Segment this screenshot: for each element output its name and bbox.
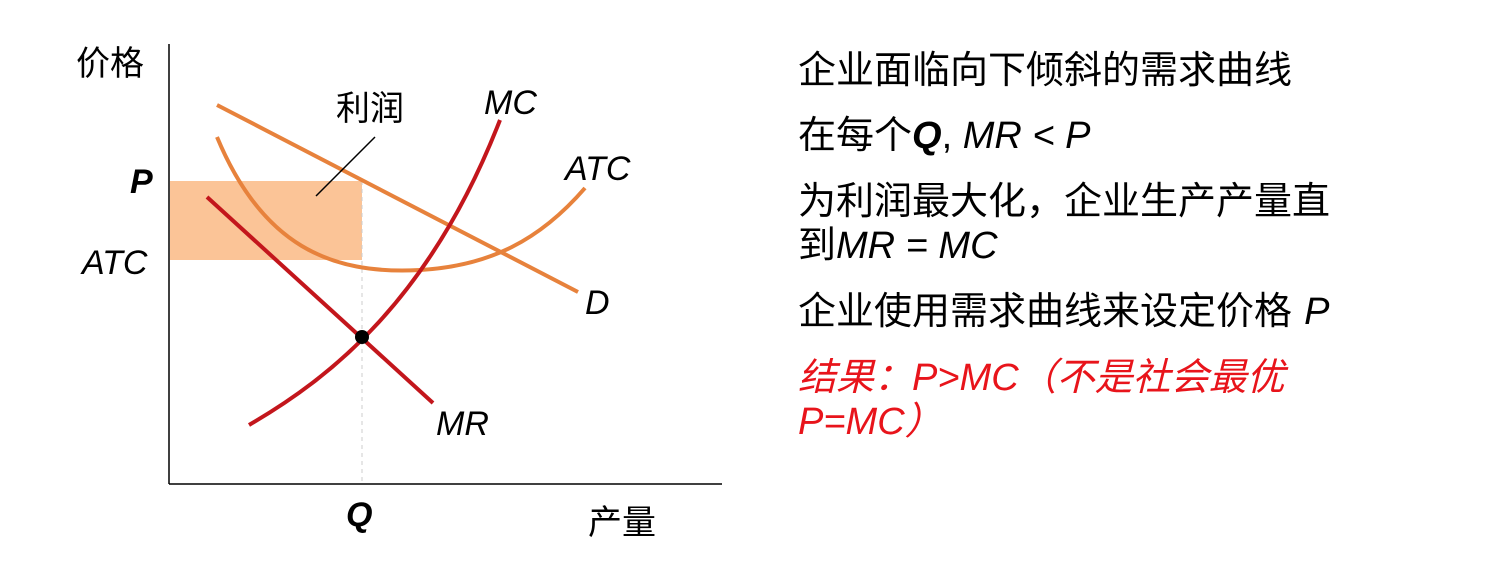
point-profit-max-prefix: 到 [798,223,837,267]
point-mr-prefix: 在每个 [798,113,913,157]
point-set-price-text: 企业使用需求曲线来设定价格 [798,289,1305,333]
profit-label: 利润 [336,90,404,128]
conclusion-prefix: 结果： [798,355,913,399]
conclusion: 结果：P>MC（不是社会最优 P=MC） [798,355,1498,444]
point-profit-max-line1: 为利润最大化，企业生产产量直 [798,179,1331,223]
point-mr-expression: MR < P [962,115,1091,157]
monopolistic-competition-diagram: 价格 产量 P ATC Q 利润 MC ATC D MR [76,44,722,542]
point-set-price: 企业使用需求曲线来设定价格 P [798,289,1498,334]
point-profit-max: 为利润最大化，企业生产产量直 到MR = MC [798,179,1498,268]
demand-curve-label: D [585,284,610,322]
atc-curve-label: ATC [563,150,631,188]
point-mr-sep: , [941,115,963,157]
conclusion-expression: P>MC [912,357,1019,399]
explanation-panel: 企业面临向下倾斜的需求曲线 在每个Q, MR < P 为利润最大化，企业生产产量… [798,48,1498,465]
point-downward-demand: 企业面临向下倾斜的需求曲线 [798,48,1498,92]
mc-curve [247,119,502,427]
quantity-label: Q [346,496,372,534]
mr-curve-label: MR [436,405,489,443]
point-set-price-p: P [1304,291,1330,333]
point-mr-less-than-p: 在每个Q, MR < P [798,113,1498,158]
conclusion-line2: P=MC） [798,401,943,443]
y-axis-label: 价格 [76,45,144,83]
point-profit-max-expression: MR = MC [836,225,998,267]
x-axis-label: 产量 [588,504,656,542]
price-label: P [130,163,153,201]
conclusion-line1: 结果：P>MC（不是社会最优 [798,355,1498,400]
point-downward-demand-text: 企业面临向下倾斜的需求曲线 [798,48,1293,92]
mc-curve-label: MC [484,84,537,122]
mr-mc-intersection-point [355,330,369,344]
point-mr-q: Q [912,115,942,157]
atc-level-label: ATC [80,244,148,282]
conclusion-suffix: （不是社会最优 [1018,355,1285,399]
point-profit-max-line2: 到MR = MC [798,223,1498,268]
